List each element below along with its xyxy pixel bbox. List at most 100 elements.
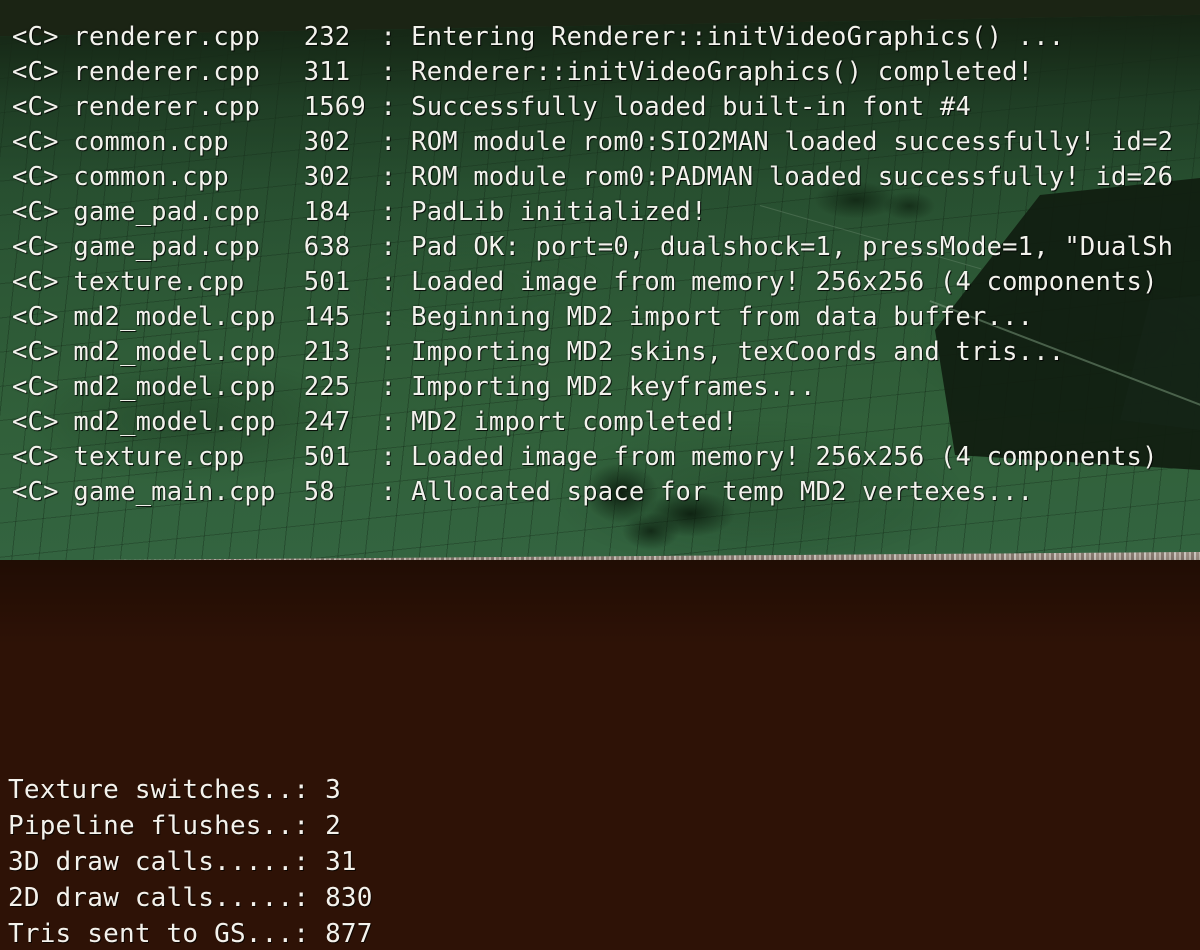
log-tag: <C> (12, 162, 59, 192)
log-tag: <C> (12, 302, 59, 332)
log-message: Allocated space for temp MD2 vertexes... (411, 477, 1034, 507)
log-source-file: md2_model.cpp (73, 337, 276, 367)
stat-label: 2D draw calls.....: (8, 883, 326, 913)
stat-label: Tris sent to GS...: (8, 919, 326, 949)
log-line-number: 225 (303, 372, 351, 402)
stat-label: Texture switches..: (8, 775, 326, 805)
log-source-file: common.cpp (73, 127, 229, 157)
log-line: <C> game_main.cpp 58: Allocated space for t… (12, 475, 1200, 510)
log-line: <C> renderer.cpp 232: Entering Renderer::in… (12, 20, 1200, 55)
log-line-number: 311 (303, 57, 351, 87)
log-source-file: renderer.cpp (73, 22, 261, 52)
log-line-number: 232 (303, 22, 351, 52)
stat-label: Pipeline flushes..: (8, 811, 326, 841)
log-message: Pad OK: port=0, dualshock=1, pressMode=1… (411, 232, 1174, 262)
log-tag: <C> (12, 197, 59, 227)
log-source-file: renderer.cpp (73, 57, 261, 87)
log-line: <C> md2_model.cpp 145: Beginning MD2 import… (12, 300, 1200, 335)
log-separator: : (380, 22, 396, 52)
log-line-number: 145 (303, 302, 351, 332)
log-message: ROM module rom0:PADMAN loaded successful… (411, 162, 1174, 192)
log-line-number: 302 (303, 127, 351, 157)
log-line: <C> game_pad.cpp 638: Pad OK: port=0, duals… (12, 230, 1200, 265)
log-message: MD2 import completed! (411, 407, 738, 437)
log-tag: <C> (12, 337, 59, 367)
log-line-number: 302 (303, 162, 351, 192)
stat-row: 2D draw calls.....: 830 (8, 880, 373, 916)
log-message: Entering Renderer::initVideoGraphics() .… (411, 22, 1065, 52)
stat-row: Tris sent to GS...: 877 (8, 916, 373, 950)
log-message: Importing MD2 keyframes... (411, 372, 816, 402)
stat-label: 3D draw calls.....: (8, 847, 326, 877)
stat-row: Texture switches..: 3 (8, 772, 373, 808)
stat-value: 877 (325, 919, 373, 949)
log-separator: : (380, 407, 396, 437)
log-message: ROM module rom0:SIO2MAN loaded successfu… (411, 127, 1174, 157)
log-tag: <C> (12, 92, 59, 122)
log-message: Beginning MD2 import from data buffer... (411, 302, 1034, 332)
log-line-number: 213 (303, 337, 351, 367)
stat-row: 3D draw calls.....: 31 (8, 844, 373, 880)
log-source-file: texture.cpp (73, 442, 245, 472)
log-separator: : (380, 127, 396, 157)
log-line: <C> texture.cpp 501: Loaded image from memo… (12, 265, 1200, 300)
log-tag: <C> (12, 442, 59, 472)
log-tag: <C> (12, 372, 59, 402)
log-line: <C> md2_model.cpp 247: MD2 import completed… (12, 405, 1200, 440)
log-separator: : (380, 302, 396, 332)
log-line: <C> game_pad.cpp 184: PadLib initialized! (12, 195, 1200, 230)
log-message: Importing MD2 skins, texCoords and tris.… (411, 337, 1065, 367)
log-line: <C> md2_model.cpp 213: Importing MD2 skins,… (12, 335, 1200, 370)
log-source-file: common.cpp (73, 162, 229, 192)
log-tag: <C> (12, 267, 59, 297)
log-separator: : (380, 372, 396, 402)
log-separator: : (380, 337, 396, 367)
log-source-file: game_pad.cpp (73, 232, 261, 262)
log-separator: : (380, 442, 396, 472)
log-source-file: texture.cpp (73, 267, 245, 297)
log-line: <C> common.cpp 302: ROM module rom0:SIO2MAN… (12, 125, 1200, 160)
log-line-number: 501 (303, 267, 351, 297)
log-line: <C> common.cpp 302: ROM module rom0:PADMAN … (12, 160, 1200, 195)
stat-row: Pipeline flushes..: 2 (8, 808, 373, 844)
log-source-file: md2_model.cpp (73, 407, 276, 437)
log-source-file: md2_model.cpp (73, 372, 276, 402)
log-tag: <C> (12, 407, 59, 437)
log-line-number: 247 (303, 407, 351, 437)
log-line-number: 638 (303, 232, 351, 262)
log-tag: <C> (12, 232, 59, 262)
game-viewport: <C> renderer.cpp 232: Entering Renderer::in… (0, 0, 1200, 950)
log-source-file: md2_model.cpp (73, 302, 276, 332)
log-message: PadLib initialized! (411, 197, 707, 227)
log-tag: <C> (12, 477, 59, 507)
log-message: Successfully loaded built-in font #4 (411, 92, 972, 122)
log-line-number: 184 (303, 197, 351, 227)
log-tag: <C> (12, 127, 59, 157)
log-separator: : (380, 57, 396, 87)
log-tag: <C> (12, 57, 59, 87)
log-line: <C> renderer.cpp 311: Renderer::initVideoGr… (12, 55, 1200, 90)
log-line-number: 501 (303, 442, 351, 472)
log-separator: : (380, 267, 396, 297)
log-source-file: game_main.cpp (73, 477, 276, 507)
log-source-file: game_pad.cpp (73, 197, 261, 227)
stat-value: 31 (325, 847, 357, 877)
log-line-number: 58 (303, 477, 335, 507)
log-source-file: renderer.cpp (73, 92, 261, 122)
log-line: <C> renderer.cpp 1569: Successfully loaded … (12, 90, 1200, 125)
log-line: <C> md2_model.cpp 225: Importing MD2 keyfra… (12, 370, 1200, 405)
log-message: Renderer::initVideoGraphics() completed! (411, 57, 1034, 87)
log-message: Loaded image from memory! 256x256 (4 com… (411, 442, 1158, 472)
log-tag: <C> (12, 22, 59, 52)
log-separator: : (380, 92, 396, 122)
log-message: Loaded image from memory! 256x256 (4 com… (411, 267, 1158, 297)
console-log: <C> renderer.cpp 232: Entering Renderer::in… (12, 20, 1200, 510)
log-line-number: 1569 (303, 92, 366, 122)
stat-value: 3 (325, 775, 341, 805)
log-separator: : (380, 477, 396, 507)
debug-overlay: <C> renderer.cpp 232: Entering Renderer::in… (0, 0, 1200, 950)
stat-value: 2 (325, 811, 341, 841)
stat-value: 830 (325, 883, 373, 913)
log-line: <C> texture.cpp 501: Loaded image from memo… (12, 440, 1200, 475)
log-separator: : (380, 197, 396, 227)
